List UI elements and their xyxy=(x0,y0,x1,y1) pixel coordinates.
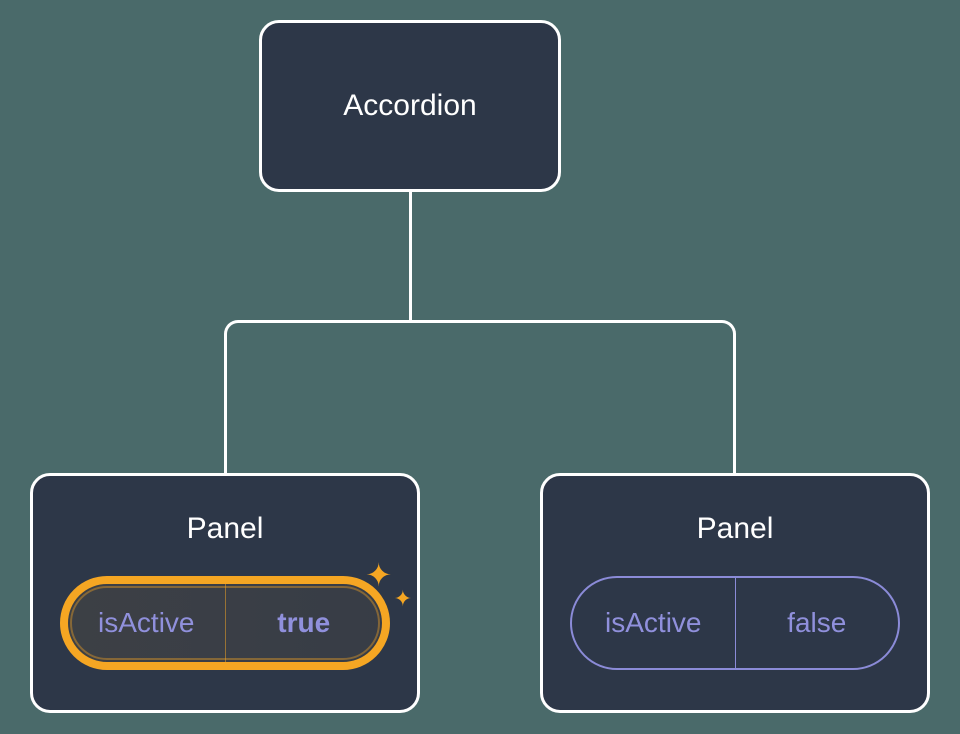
panel-title: Panel xyxy=(697,512,774,546)
panel-node-active: Panel ✦ ✦ isActive true xyxy=(30,473,420,713)
sparkle-icon: ✦ xyxy=(394,586,412,612)
state-pill-active: ✦ ✦ isActive true xyxy=(60,576,390,670)
accordion-label: Accordion xyxy=(343,89,476,123)
connector-line xyxy=(240,320,720,323)
state-value-label: false xyxy=(736,578,899,668)
state-pill-inactive: isActive false xyxy=(570,576,900,670)
panel-node-inactive: Panel isActive false xyxy=(540,473,930,713)
connector-line xyxy=(224,336,227,473)
state-value-label: true xyxy=(226,584,383,662)
connector-line xyxy=(733,336,736,473)
accordion-node: Accordion xyxy=(259,20,561,192)
connector-corner xyxy=(224,320,244,340)
state-property-label: isActive xyxy=(572,578,735,668)
connector-line xyxy=(409,192,412,320)
state-property-label: isActive xyxy=(68,584,225,662)
panel-title: Panel xyxy=(187,512,264,546)
